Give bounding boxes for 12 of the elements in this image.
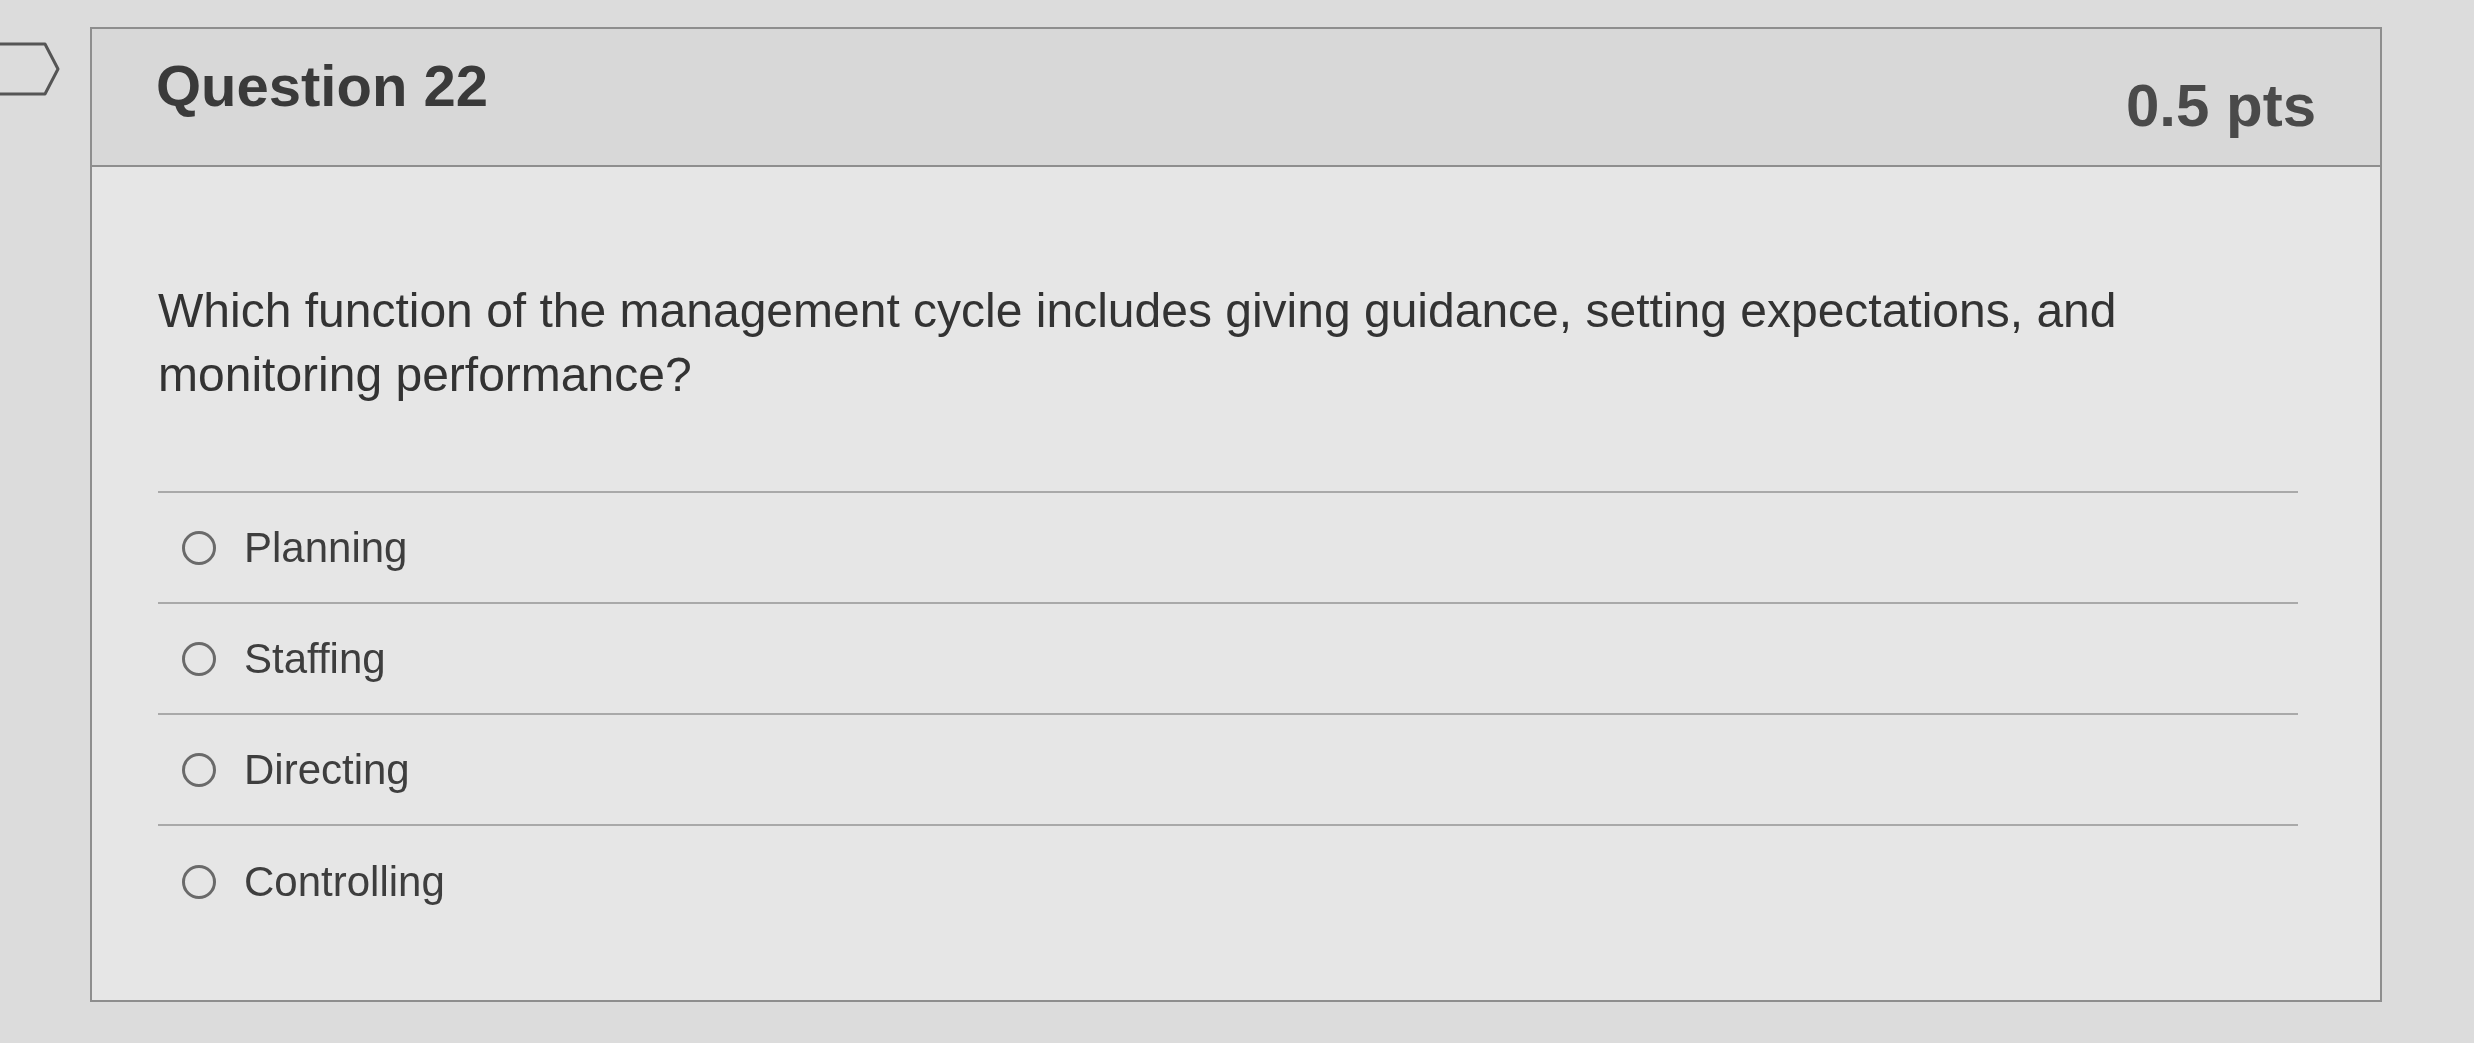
radio-icon[interactable] bbox=[182, 530, 216, 565]
radio-icon[interactable] bbox=[182, 864, 216, 899]
answer-option[interactable]: Planning bbox=[182, 520, 408, 575]
radio-icon[interactable] bbox=[182, 752, 216, 787]
radio-icon[interactable] bbox=[182, 641, 216, 676]
answer-option[interactable]: Staffing bbox=[182, 631, 386, 686]
question-title: Question 22 bbox=[156, 52, 488, 120]
points-label: 0.5 pts bbox=[2125, 71, 2316, 141]
question-text: Which function of the management cycle includes giving guidance, setting expectations, and monitoring performance? bbox=[158, 283, 2118, 403]
answer-option[interactable]: Controlling bbox=[182, 854, 445, 909]
flag-icon[interactable] bbox=[0, 42, 60, 96]
answer-option[interactable]: Directing bbox=[182, 742, 410, 797]
